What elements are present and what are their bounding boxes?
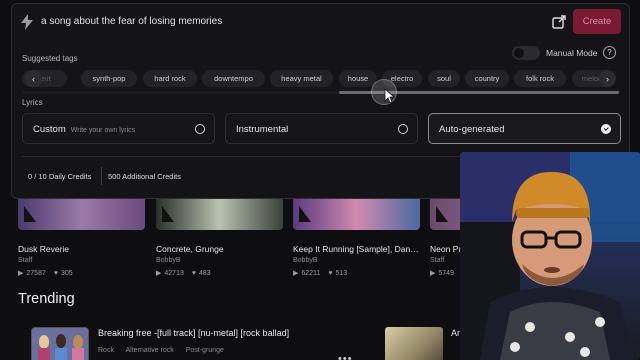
tag-chip[interactable]: soul	[428, 70, 460, 87]
tag-chip[interactable]: folk rock	[514, 70, 566, 87]
song-description-input[interactable]: a song about the fear of losing memories	[41, 16, 222, 27]
prompt-row: a song about the fear of losing memories…	[12, 4, 629, 42]
play-icon: ▶	[430, 270, 436, 277]
genre-tag[interactable]: Post-grunge	[186, 347, 224, 354]
daily-credits: 0 / 10 Daily Credits	[28, 172, 92, 181]
lyrics-option-auto-generated[interactable]: Auto-generated	[428, 113, 621, 144]
song-title: Concrete, Grunge	[156, 244, 224, 254]
play-icon: ▶	[156, 270, 162, 277]
trending-title: Breaking free -[full track] [nu-metal] […	[98, 328, 290, 338]
lyrics-option-custom[interactable]: Custom Write your own lyrics	[22, 113, 215, 144]
plays-count: ▶ 27587	[18, 269, 46, 278]
play-icon: ▶	[18, 270, 24, 277]
song-card[interactable]: Keep It Running [Sample], Danc... BobbyB…	[293, 196, 420, 277]
trending-heading: Trending	[18, 291, 75, 307]
likes-count: ♥ 305	[53, 269, 73, 277]
cover-art	[31, 327, 89, 360]
trending-tags: Rock Alternative rock Post-grunge	[98, 347, 234, 354]
radio-checked-icon[interactable]	[601, 124, 611, 134]
heart-icon: ♥	[191, 269, 197, 277]
tag-chip[interactable]: downtempo	[202, 70, 265, 87]
option-hint: Write your own lyrics	[70, 127, 136, 134]
toggle-knob	[514, 48, 524, 58]
plays-count: ▶ 62211	[293, 269, 321, 278]
song-title: Keep It Running [Sample], Danc...	[293, 244, 420, 254]
manual-mode-toggle[interactable]	[512, 46, 540, 60]
song-artist: Staff	[18, 257, 33, 264]
create-page: Dusk Reverie Staff ▶ 27587 ♥ 305 Concrete,…	[0, 0, 640, 360]
chevron-right-icon: ›	[606, 73, 609, 84]
option-label: Auto-generated	[439, 124, 505, 135]
presenter-video	[460, 152, 640, 360]
song-card[interactable]: Concrete, Grunge BobbyB ▶ 42713 ♥ 483	[156, 196, 283, 277]
option-label: Custom	[33, 124, 66, 135]
trending-title: Ar	[451, 328, 460, 338]
play-icon: ▶	[293, 270, 299, 277]
genre-tag[interactable]: Rock	[98, 347, 114, 354]
suggested-tags-label: Suggested tags	[22, 54, 78, 63]
cover-art	[18, 196, 145, 230]
lyrics-option-instrumental[interactable]: Instrumental	[225, 113, 418, 144]
plays-count: ▶ 5749	[430, 269, 454, 278]
likes-count: ♥ 483	[191, 269, 211, 277]
tag-chip[interactable]: synth-pop	[81, 70, 137, 87]
pointer-icon	[384, 88, 396, 104]
manual-mode-label: Manual Mode	[546, 48, 598, 58]
plays-count: ▶ 42713	[156, 269, 184, 278]
more-options-icon[interactable]: •••	[338, 353, 353, 360]
additional-credits: 500 Additional Credits	[108, 172, 181, 181]
radio-button[interactable]	[195, 124, 205, 134]
tag-chip[interactable]: country	[465, 70, 509, 87]
mouse-cursor	[371, 79, 397, 105]
likes-count: ♥ 513	[328, 269, 348, 277]
cover-art	[156, 196, 283, 230]
suggested-tags-list: ient synth-pop hard rock downtempo heavy…	[22, 70, 620, 88]
option-label: Instrumental	[236, 124, 289, 135]
open-external-icon[interactable]	[551, 14, 567, 30]
cover-art	[293, 196, 420, 230]
scroll-right-button[interactable]: ›	[599, 70, 616, 87]
webcam-overlay	[460, 152, 640, 360]
chevron-left-icon: ‹	[32, 73, 35, 84]
genre-tag[interactable]: Alternative rock	[126, 347, 174, 354]
cover-art-figures	[32, 328, 88, 360]
create-button[interactable]: Create	[573, 9, 621, 34]
song-card[interactable]: Dusk Reverie Staff ▶ 27587 ♥ 305	[18, 196, 145, 277]
lyrics-label: Lyrics	[22, 98, 43, 107]
scroll-left-button[interactable]: ‹	[25, 70, 42, 87]
heart-icon: ♥	[328, 269, 333, 277]
tag-chip[interactable]: heavy metal	[270, 70, 333, 87]
song-title: Dusk Reverie	[18, 244, 70, 254]
tags-scrollbar[interactable]	[22, 91, 620, 94]
help-icon[interactable]: ?	[603, 46, 616, 59]
cover-art	[385, 327, 443, 360]
song-artist: BobbyB	[293, 257, 318, 264]
tag-chip[interactable]: hard rock	[143, 70, 197, 87]
heart-icon: ♥	[53, 269, 59, 277]
divider	[101, 167, 102, 185]
song-artist: BobbyB	[156, 257, 181, 264]
lightning-icon	[21, 14, 33, 30]
radio-button[interactable]	[398, 124, 408, 134]
